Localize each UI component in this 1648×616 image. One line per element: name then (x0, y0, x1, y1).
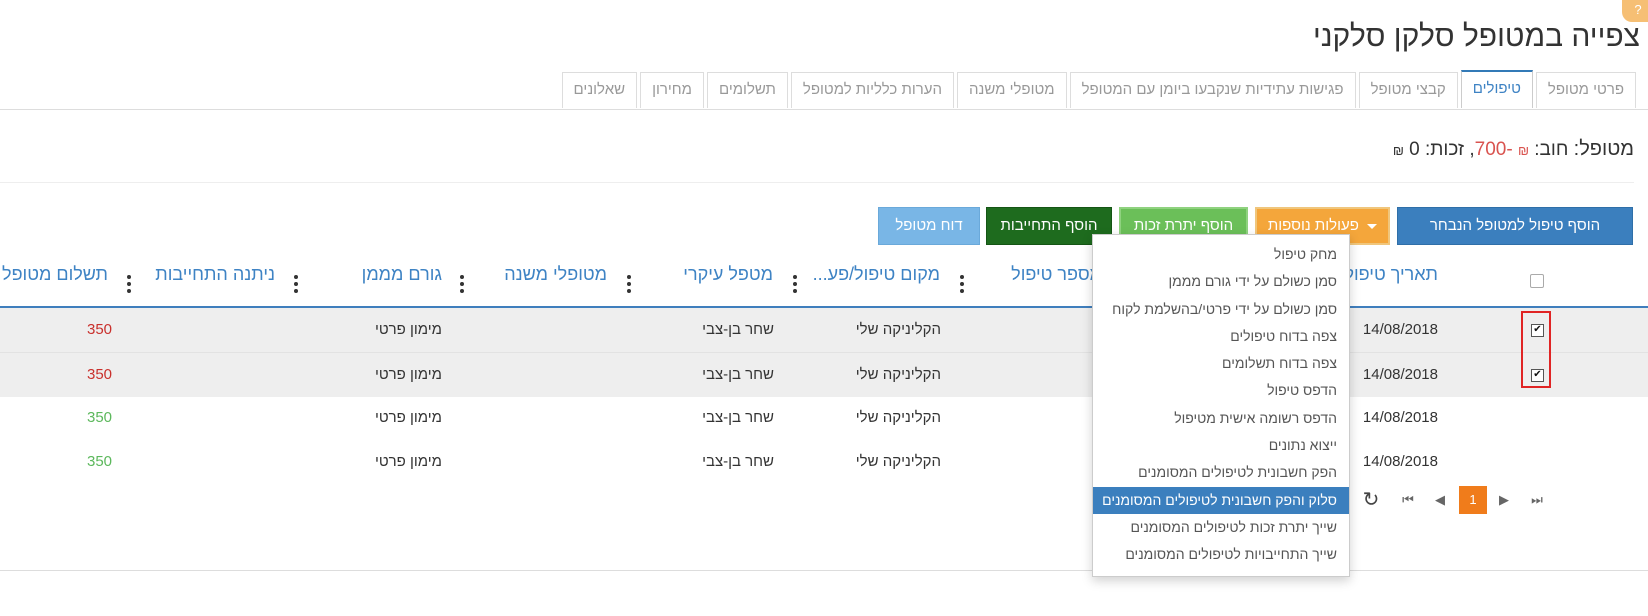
menu-item-issue-invoice[interactable]: הפק חשבונית לטיפולים המסומנים (1093, 459, 1349, 486)
cell-funder: מימון פרטי (374, 321, 442, 338)
balance-separator: , (1464, 139, 1475, 160)
cell-therapist: שחר בן-צבי (702, 409, 774, 426)
tab-questionnaires[interactable]: שאלונים (561, 72, 638, 108)
col-sub-patients-menu-icon[interactable] (627, 275, 631, 296)
table-row[interactable]: 14/08/2018 הקליניקה שלי שחר בן-צבי מימון… (0, 396, 1648, 440)
tab-bar: פרטי מטופל טיפולים קבצי מטופל פגישות עתי… (561, 70, 1636, 110)
debt-currency: ₪ (1517, 143, 1529, 158)
menu-item-assign-credit[interactable]: שייך יתרת זכות לטיפולים המסומנים (1093, 514, 1349, 541)
col-payment-header[interactable]: תשלום מטופל (2, 264, 108, 285)
cell-date: 14/08/2018 (1362, 409, 1438, 426)
menu-item-export-data[interactable]: ייצוא נתונים (1093, 432, 1349, 459)
divider (0, 182, 1634, 183)
col-payment-menu-icon[interactable] (127, 275, 131, 296)
tab-patient-details[interactable]: פרטי מטופל (1535, 72, 1636, 108)
table-row[interactable]: ✔ 14/08/2018 הקליניקה שלי שחר בן-צבי מימ… (0, 352, 1648, 397)
cell-location: הקליניקה שלי (855, 409, 941, 426)
chevron-down-icon (1367, 223, 1378, 229)
cell-therapist: שחר בן-צבי (702, 453, 774, 470)
tab-treatments[interactable]: טיפולים (1460, 70, 1533, 108)
menu-item-view-treatments-report[interactable]: צפה בדוח טיפולים (1093, 323, 1349, 350)
table-row[interactable]: ✔ 14/08/2018 הקליניקה שלי שחר בן-צבי מימ… (0, 308, 1648, 352)
col-obligation-header[interactable]: ניתנה התחייבות (155, 264, 275, 285)
cell-payment: 350 (87, 409, 113, 426)
cell-funder: מימון פרטי (374, 366, 442, 383)
tab-sub-patients[interactable]: מטופלי משנה (956, 72, 1067, 108)
more-actions-dropdown: מחק טיפול סמן כשולם על ידי גורם מממן סמן… (1092, 234, 1350, 577)
menu-item-mark-paid-private[interactable]: סמן כשולם על ידי פרטי/בהשלמת לקוח (1093, 296, 1349, 323)
credit-currency: ₪ (1392, 143, 1404, 158)
credit-value: 0 (1409, 139, 1420, 160)
col-funder-menu-icon[interactable] (460, 275, 464, 296)
cell-payment: 350 (87, 321, 113, 338)
menu-item-view-payments-report[interactable]: צפה בדוח תשלומים (1093, 350, 1349, 377)
tab-future-meetings[interactable]: פגישות עתידיות שנקבעו ביומן עם המטופל (1069, 72, 1356, 108)
add-treatment-button[interactable]: הוסף טיפול למטופל הנבחר (1397, 207, 1633, 245)
menu-item-charge-and-invoice[interactable]: סלוק והפק חשבונית לטיפולים המסומנים (1093, 486, 1349, 514)
credit-label: זכות: (1425, 139, 1465, 160)
tab-payments[interactable]: תשלומים (706, 72, 788, 108)
cell-payment: 350 (87, 453, 113, 470)
cell-location: הקליניקה שלי (855, 321, 941, 338)
refresh-icon[interactable]: ↻ (1357, 486, 1385, 514)
menu-item-assign-obligations[interactable]: שייך התחייבויות לטיפולים המסומנים (1093, 541, 1349, 568)
tab-price-list[interactable]: מחירון (640, 72, 704, 108)
select-all-checkbox[interactable] (1530, 274, 1544, 288)
col-obligation-menu-icon[interactable] (294, 275, 298, 296)
debt-amount: ₪ -700 (1475, 139, 1529, 160)
cell-therapist: שחר בן-צבי (702, 366, 774, 383)
menu-item-print-personal-record[interactable]: הדפס רשומה אישית מטיפול (1093, 405, 1349, 432)
col-number-header[interactable]: מספר טיפול (1011, 264, 1102, 285)
cell-therapist: שחר בן-צבי (702, 321, 774, 338)
cell-payment: 350 (87, 366, 113, 383)
more-actions-label: פעולות נוספות (1267, 217, 1359, 234)
debt-label: חוב: (1534, 139, 1569, 160)
cell-date: 14/08/2018 (1362, 321, 1438, 338)
col-therapist-menu-icon[interactable] (793, 275, 797, 296)
page-title: צפייה במטופל סלקן סלקני (1313, 20, 1640, 53)
patient-report-button[interactable]: דוח מטופל (878, 207, 980, 245)
pager-prev-icon[interactable]: ▶ (1490, 486, 1518, 514)
checkbox-highlight-annotation (1521, 311, 1551, 388)
col-date-header[interactable]: תאריך טיפול (1344, 264, 1438, 285)
tab-patient-files[interactable]: קבצי מטופל (1358, 72, 1458, 108)
cell-funder: מימון פרטי (374, 409, 442, 426)
table-row[interactable]: 14/08/2018 הקליניקה שלי שחר בן-צבי מימון… (0, 440, 1648, 484)
col-sub-patients-header[interactable]: מטופלי משנה (504, 264, 607, 285)
pager-last-icon[interactable]: ⏮ (1394, 486, 1422, 514)
debt-value: -700 (1474, 139, 1513, 160)
col-funder-header[interactable]: גורם מממן (362, 264, 442, 285)
patient-balance: מטופל: חוב: ₪ -700, זכות: 0 ₪ (1393, 138, 1634, 161)
cell-date: 14/08/2018 (1362, 366, 1438, 383)
col-therapist-header[interactable]: מטפל עיקרי (683, 264, 773, 285)
cell-location: הקליניקה שלי (855, 453, 941, 470)
menu-item-delete-treatment[interactable]: מחק טיפול (1093, 241, 1349, 268)
patient-label: מטופל: (1573, 138, 1634, 160)
col-location-header[interactable]: מקום טיפול/פע... (813, 264, 940, 285)
pager-next-icon[interactable]: ◀ (1426, 486, 1454, 514)
cell-date: 14/08/2018 (1362, 453, 1438, 470)
pager-current-page[interactable]: 1 (1459, 486, 1487, 514)
cell-location: הקליניקה שלי (855, 366, 941, 383)
help-icon[interactable]: ? (1622, 0, 1648, 22)
menu-item-mark-paid-funder[interactable]: סמן כשולם על ידי גורם מממן (1093, 268, 1349, 295)
menu-item-print-treatment[interactable]: הדפס טיפול (1093, 377, 1349, 404)
cell-funder: מימון פרטי (374, 453, 442, 470)
tab-general-notes[interactable]: הערות כלליות למטופל (790, 72, 954, 108)
pager-first-icon[interactable]: ⏭ (1523, 486, 1551, 514)
col-location-menu-icon[interactable] (960, 275, 964, 296)
